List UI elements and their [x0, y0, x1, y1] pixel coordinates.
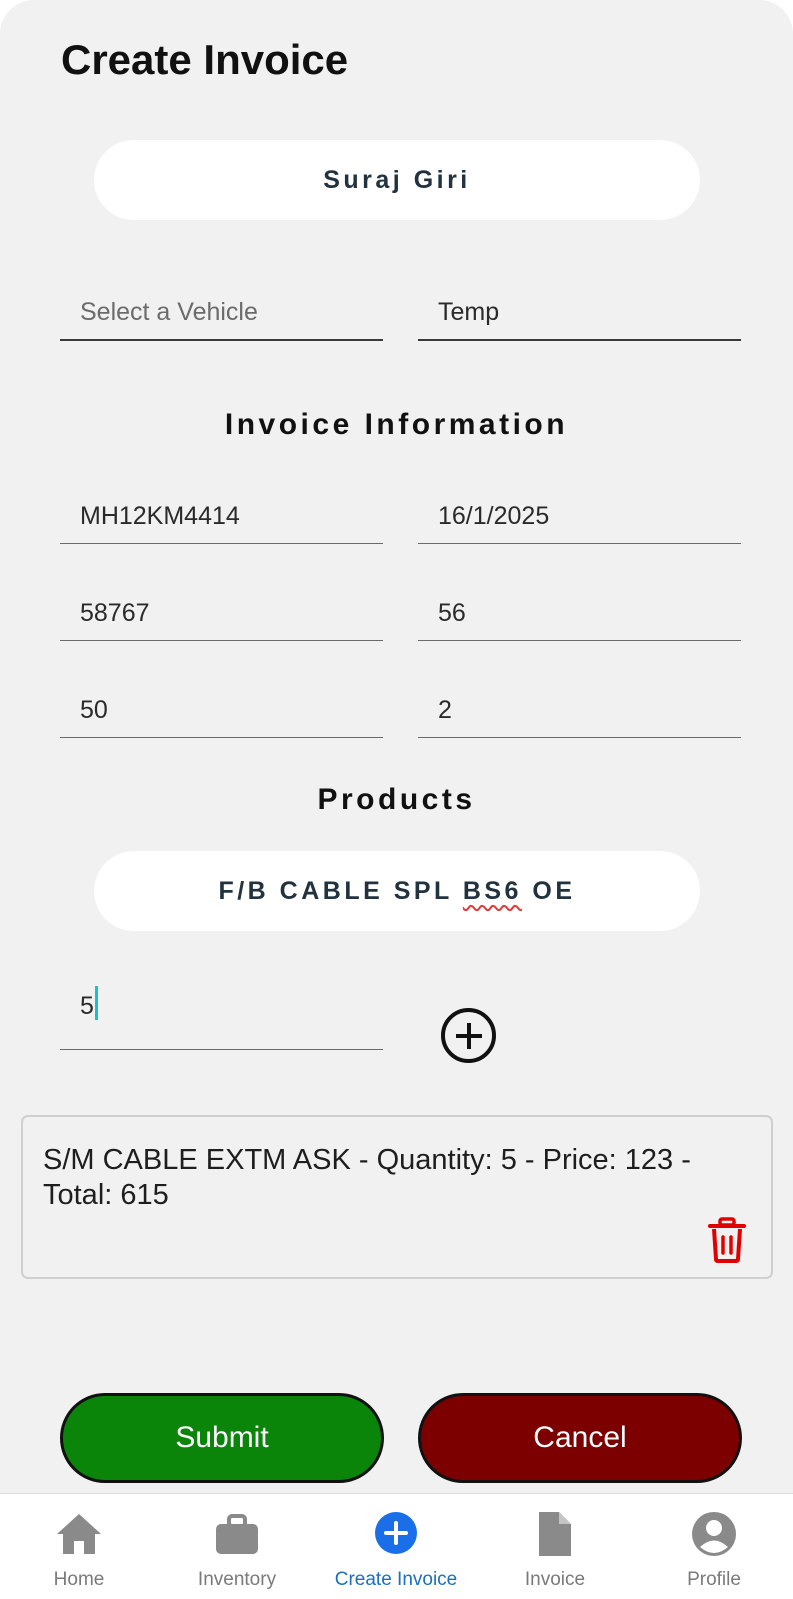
info-field-4-value: 56 — [438, 599, 466, 627]
info-field-6-value: 2 — [438, 696, 452, 724]
nav-label-profile: Profile — [687, 1569, 741, 1590]
selected-product-flagged-word: BS6 — [462, 876, 522, 905]
nav-label-inventory: Inventory — [197, 1569, 277, 1590]
create-invoice-screen: Create Invoice Suraj Giri Select a Vehic… — [0, 0, 793, 1493]
product-selector[interactable]: F/B CABLE SPL BS6 OE — [94, 851, 700, 931]
nav-label-home: Home — [53, 1569, 105, 1590]
info-field-5-value: 50 — [80, 696, 108, 724]
vehicle-number-value: MH12KM4414 — [80, 502, 240, 530]
info-field-3-value: 58767 — [80, 599, 150, 627]
add-product-button[interactable] — [441, 1008, 496, 1063]
text-cursor — [94, 986, 98, 1020]
invoice-information-heading: Invoice Information — [224, 408, 569, 441]
invoice-date-field[interactable]: 16/1/2025 — [418, 484, 741, 544]
vehicle-type-field[interactable]: Temp — [418, 281, 741, 341]
info-field-3[interactable]: 58767 — [60, 581, 383, 641]
cancel-button[interactable]: Cancel — [418, 1393, 742, 1483]
vehicle-type-value: Temp — [438, 298, 500, 326]
delete-icon[interactable] — [707, 1217, 747, 1263]
invoice-date-value: 16/1/2025 — [438, 502, 550, 530]
home-icon — [53, 1508, 105, 1560]
selected-product-suffix: OE — [521, 876, 576, 905]
selected-product-prefix: F/B CABLE SPL — [218, 876, 463, 905]
vehicle-select-placeholder: Select a Vehicle — [80, 298, 258, 326]
nav-item-home[interactable]: Home — [0, 1494, 158, 1599]
info-field-6[interactable]: 2 — [418, 678, 741, 738]
info-field-5[interactable]: 50 — [60, 678, 383, 738]
product-line-text: S/M CABLE EXTM ASK - Quantity: 5 - Price… — [43, 1144, 691, 1211]
briefcase-icon — [211, 1508, 263, 1560]
customer-selector[interactable]: Suraj Giri — [94, 140, 700, 220]
vehicle-select[interactable]: Select a Vehicle — [60, 281, 383, 341]
vehicle-number-field[interactable]: MH12KM4414 — [60, 484, 383, 544]
nav-item-inventory[interactable]: Inventory — [158, 1494, 316, 1599]
plus-circle-icon — [370, 1508, 422, 1560]
nav-item-create-invoice[interactable]: Create Invoice — [317, 1494, 475, 1599]
nav-label-create-invoice: Create Invoice — [334, 1569, 458, 1590]
nav-label-invoice: Invoice — [524, 1569, 586, 1590]
page-title: Create Invoice — [61, 36, 349, 83]
quantity-input-content: 5 — [80, 986, 98, 1021]
quantity-input[interactable]: 5 — [60, 986, 383, 1050]
account-circle-icon — [688, 1508, 740, 1560]
submit-button[interactable]: Submit — [60, 1393, 384, 1483]
product-line-item: S/M CABLE EXTM ASK - Quantity: 5 - Price… — [21, 1115, 773, 1279]
products-heading: Products — [317, 783, 476, 816]
quantity-value: 5 — [80, 992, 94, 1020]
nav-item-invoice[interactable]: Invoice — [476, 1494, 634, 1599]
document-icon — [529, 1508, 581, 1560]
info-field-4[interactable]: 56 — [418, 581, 741, 641]
bottom-navigation: Home Inventory Create Invoice Invoice Pr… — [0, 1493, 793, 1599]
customer-name: Suraj Giri — [323, 165, 471, 194]
nav-item-profile[interactable]: Profile — [635, 1494, 793, 1599]
